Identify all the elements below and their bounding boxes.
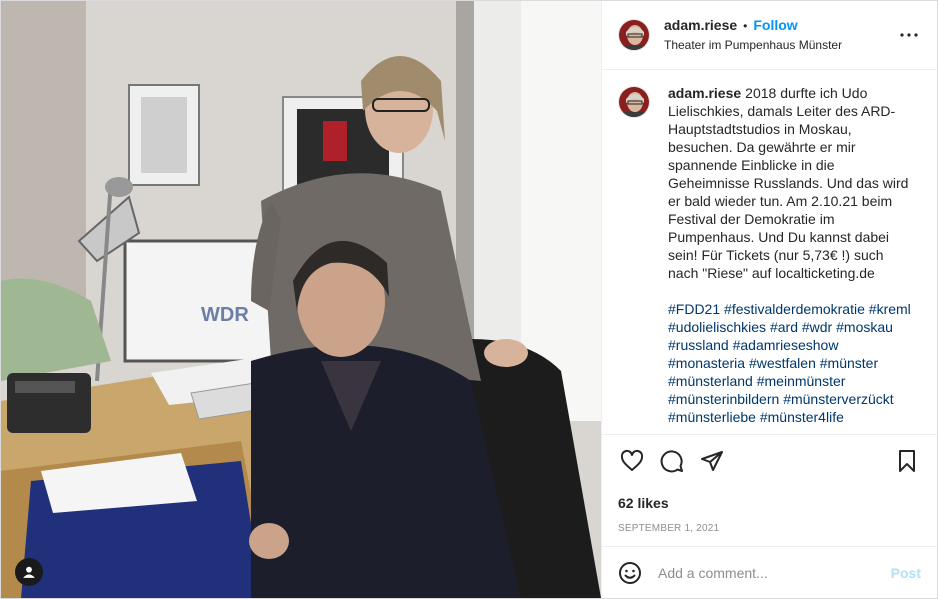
post-header: adam.riese • Follow Theater im Pumpenhau… <box>602 1 937 70</box>
hashtag-link[interactable]: #russland <box>668 337 729 353</box>
hashtag-link[interactable]: #adamrieseshow <box>733 337 839 353</box>
caption-body: adam.riese 2018 durfte ich Udo Lielischki… <box>668 84 912 426</box>
instagram-post: WDR adam.riese • Follow Theater im Pumpe… <box>0 0 938 599</box>
photo-two-men-in-office: WDR <box>1 1 601 598</box>
hashtag-link[interactable]: #moskau <box>836 319 893 335</box>
header-line: adam.riese • Follow <box>664 17 897 35</box>
share-button[interactable] <box>698 447 726 475</box>
caption-username[interactable]: adam.riese <box>668 85 741 101</box>
comment-icon <box>660 450 683 473</box>
more-options-icon <box>900 33 918 37</box>
post-date[interactable]: SEPTEMBER 1, 2021 <box>618 523 921 534</box>
heart-icon <box>620 449 644 471</box>
post-comment-button[interactable]: Post <box>891 565 921 581</box>
hashtag-link[interactable]: #kreml <box>869 301 911 317</box>
bookmark-icon <box>899 450 915 472</box>
hashtag-link[interactable]: #münsterverzückt <box>783 391 893 407</box>
hashtag-link[interactable]: #monasteria <box>668 355 745 371</box>
action-bar: 62 likes SEPTEMBER 1, 2021 <box>602 434 937 546</box>
avatar-image <box>619 20 649 50</box>
hashtag-link[interactable]: #meinmünster <box>757 373 846 389</box>
hashtag-list: #FDD21 #festivalderdemokratie #kreml #ud… <box>668 300 912 426</box>
post-photo[interactable]: WDR <box>1 1 601 598</box>
emoji-icon[interactable] <box>618 561 642 585</box>
hashtag-link[interactable]: #westfalen <box>749 355 816 371</box>
hashtag-link[interactable]: #münster4life <box>760 409 844 425</box>
hashtag-link[interactable]: #münsterland <box>668 373 753 389</box>
caption-avatar[interactable] <box>618 86 650 118</box>
post-side-panel: adam.riese • Follow Theater im Pumpenhau… <box>601 1 937 598</box>
save-button[interactable] <box>893 447 921 475</box>
comment-button[interactable] <box>658 447 686 475</box>
header-text: adam.riese • Follow Theater im Pumpenhau… <box>664 17 897 53</box>
action-icons <box>618 447 921 475</box>
caption-row: adam.riese 2018 durfte ich Udo Lielischki… <box>618 84 921 426</box>
hashtag-link[interactable]: #münster <box>820 355 878 371</box>
user-tag-button[interactable] <box>15 558 43 586</box>
likes-count[interactable]: 62 likes <box>618 495 921 511</box>
caption-text: 2018 durfte ich Udo Lielischkies, damals… <box>668 85 913 281</box>
hashtag-link[interactable]: #FDD21 <box>668 301 720 317</box>
like-button[interactable] <box>618 447 646 475</box>
author-username[interactable]: adam.riese <box>664 17 737 35</box>
hashtag-link[interactable]: #festivalderdemokratie <box>724 301 865 317</box>
paper-plane-icon <box>701 451 723 471</box>
avatar-image <box>619 87 649 117</box>
author-avatar[interactable] <box>618 19 650 51</box>
monitor-logo: WDR <box>201 304 249 326</box>
hashtag-link[interactable]: #udolielischkies <box>668 319 766 335</box>
comment-form: Post <box>602 546 937 598</box>
hashtag-link[interactable]: #münsterinbildern <box>668 391 779 407</box>
hashtag-link[interactable]: #münsterliebe <box>668 409 756 425</box>
caption-section: adam.riese 2018 durfte ich Udo Lielischki… <box>602 70 937 434</box>
post-location[interactable]: Theater im Pumpenhaus Münster <box>664 38 897 53</box>
separator-dot: • <box>743 18 748 33</box>
comment-input[interactable] <box>658 564 891 581</box>
hashtag-link[interactable]: #wdr <box>802 319 832 335</box>
follow-button[interactable]: Follow <box>753 17 797 35</box>
more-options-button[interactable] <box>897 23 921 47</box>
user-tag-icon <box>23 566 35 578</box>
hashtag-link[interactable]: #ard <box>770 319 798 335</box>
